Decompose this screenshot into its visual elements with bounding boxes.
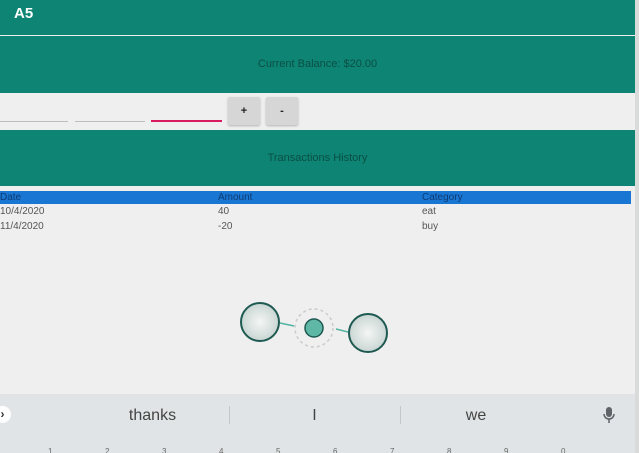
loading-indicator xyxy=(240,302,388,353)
suggestion-1[interactable]: thanks xyxy=(80,407,225,425)
app-screen: A5 Current Balance: $20.00 + - Transacti… xyxy=(0,0,639,453)
suggestion-2[interactable]: I xyxy=(232,407,397,425)
table-header-row: Date Amount Category xyxy=(0,191,631,204)
row-amount: -20 xyxy=(218,221,233,232)
header-date: Date xyxy=(0,192,22,203)
transactions-table: Date Amount Category 10/4/2020 40 eat 11… xyxy=(0,191,631,234)
current-balance-text: Current Balance: $20.00 xyxy=(257,58,378,70)
category-input-field[interactable] xyxy=(151,120,222,122)
app-title: A5 xyxy=(14,5,34,22)
key-1[interactable]: 1 xyxy=(48,447,52,453)
microphone-icon[interactable] xyxy=(602,406,616,424)
date-input-field[interactable] xyxy=(0,121,68,122)
key-0[interactable]: 0 xyxy=(561,447,565,453)
app-bar: A5 xyxy=(0,0,635,35)
transactions-history-title: Transactions History xyxy=(267,152,368,164)
header-amount: Amount xyxy=(218,192,253,203)
row-date: 11/4/2020 xyxy=(0,221,44,232)
amount-input-field[interactable] xyxy=(75,121,145,122)
header-category: Category xyxy=(422,192,463,203)
row-category: eat xyxy=(422,206,436,217)
key-6[interactable]: 6 xyxy=(333,447,337,453)
loader-bubble-right xyxy=(348,313,388,353)
key-5[interactable]: 5 xyxy=(276,447,280,453)
key-4[interactable]: 4 xyxy=(219,447,223,453)
keyboard-suggestion-bar: › thanks I we xyxy=(0,394,635,436)
add-income-button[interactable]: + xyxy=(228,97,260,125)
history-panel: Transactions History xyxy=(0,130,635,186)
add-expense-button[interactable]: - xyxy=(266,97,298,125)
suggestion-divider xyxy=(400,406,401,424)
balance-panel: Current Balance: $20.00 xyxy=(0,36,635,93)
loader-bubble-center xyxy=(304,318,324,338)
table-row[interactable]: 10/4/2020 40 eat xyxy=(0,204,631,219)
suggestion-divider xyxy=(229,406,230,424)
key-3[interactable]: 3 xyxy=(162,447,166,453)
table-row[interactable]: 11/4/2020 -20 buy xyxy=(0,219,631,234)
row-date: 10/4/2020 xyxy=(0,206,45,217)
keyboard-number-row: 1 2 3 4 5 6 7 8 9 0 xyxy=(0,436,635,453)
key-9[interactable]: 9 xyxy=(504,447,508,453)
row-category: buy xyxy=(422,221,439,232)
screen-edge xyxy=(635,0,639,453)
row-amount: 40 xyxy=(218,206,230,217)
key-2[interactable]: 2 xyxy=(105,447,109,453)
key-8[interactable]: 8 xyxy=(447,447,451,453)
key-7[interactable]: 7 xyxy=(390,447,394,453)
expand-suggestions-icon[interactable]: › xyxy=(0,406,11,423)
suggestion-3[interactable]: we xyxy=(402,407,550,425)
transaction-input-row xyxy=(0,93,635,129)
loader-bubble-left xyxy=(240,302,280,342)
